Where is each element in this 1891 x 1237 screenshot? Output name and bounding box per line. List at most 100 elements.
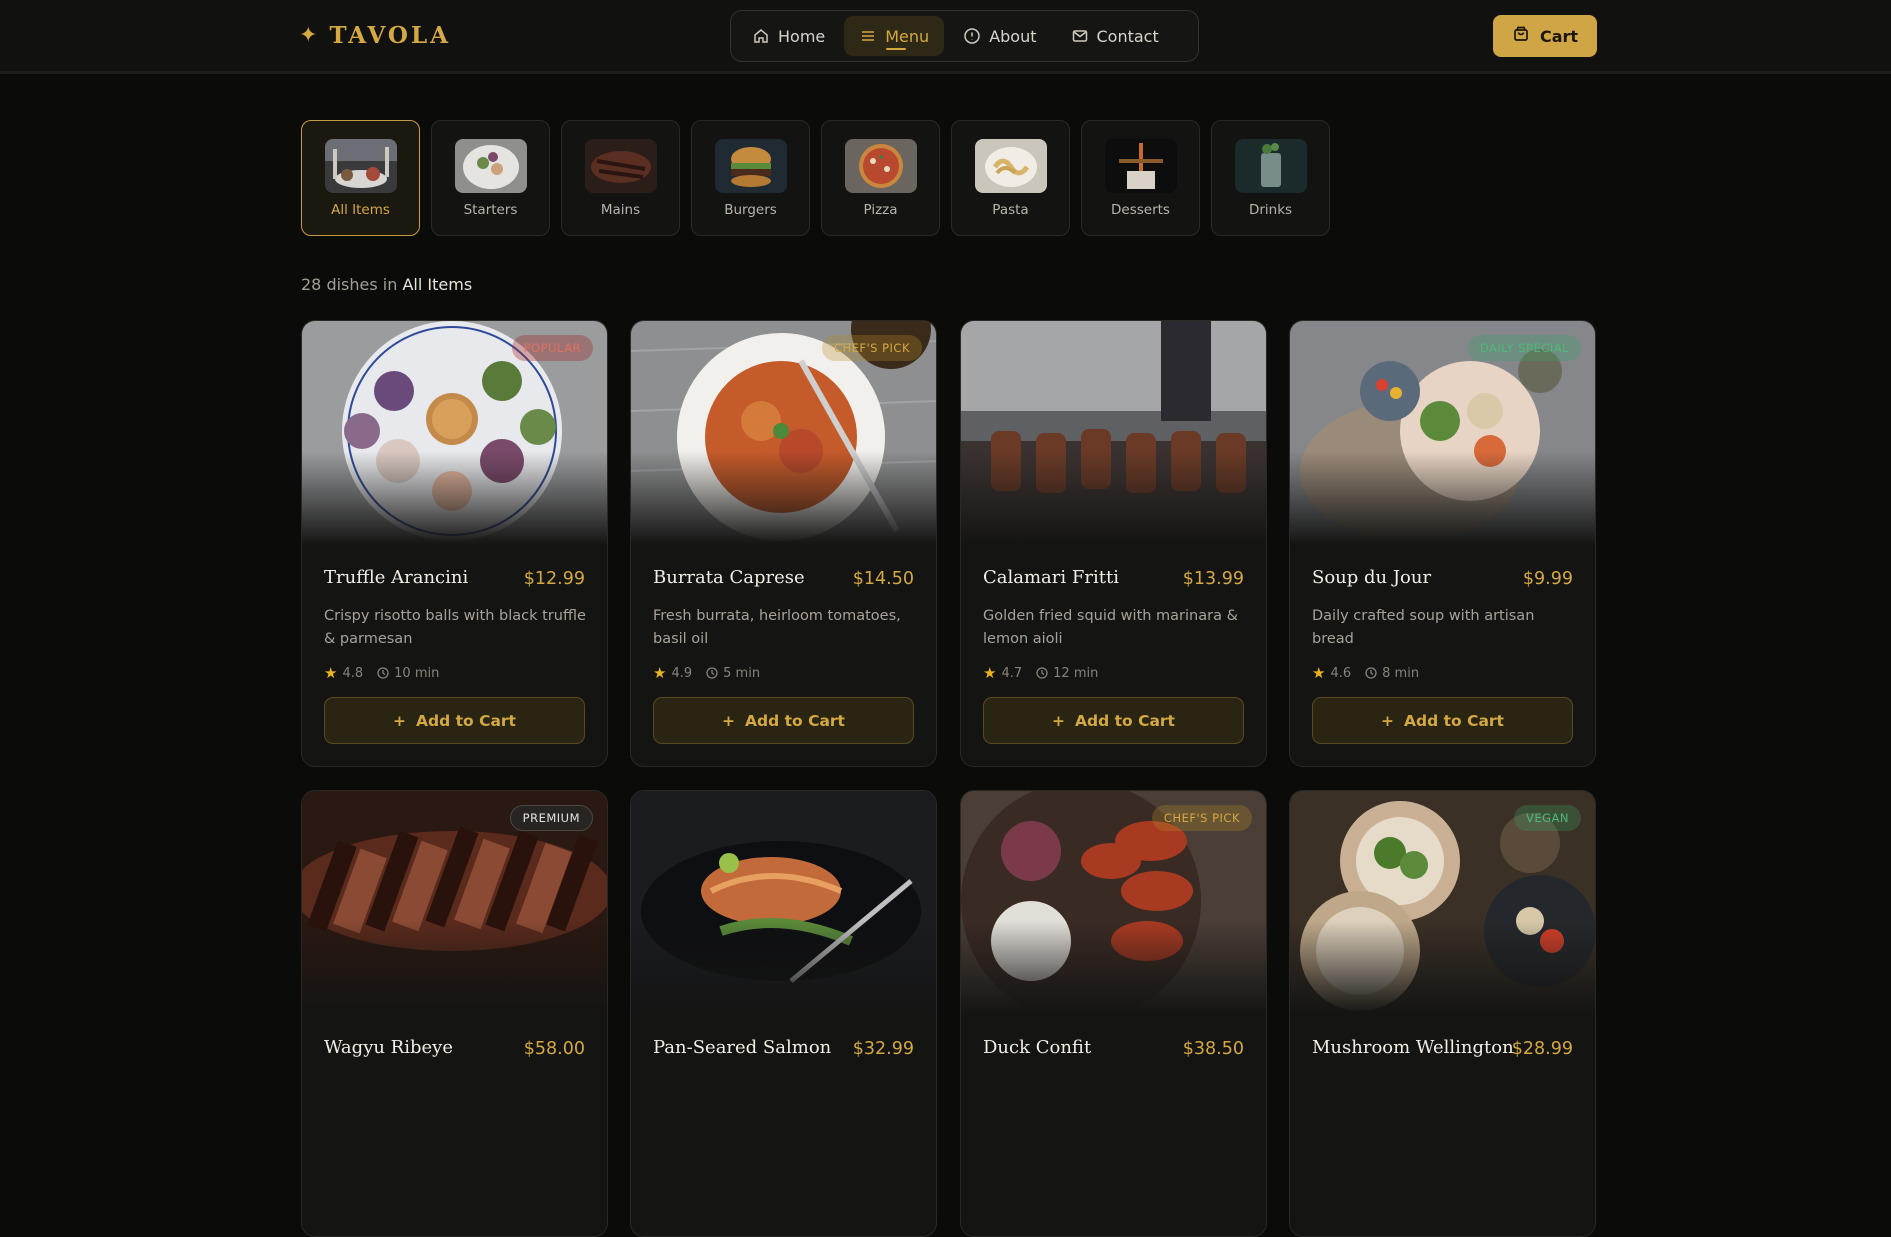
dish-description: Crispy risotto balls with black truffle … xyxy=(324,608,586,647)
add-to-cart-button[interactable]: + Add to Cart xyxy=(1312,697,1573,744)
image-fade xyxy=(1290,451,1595,545)
dish-price: $14.50 xyxy=(852,569,914,589)
cart-label: Cart xyxy=(1539,26,1579,46)
dish-card[interactable]: Pan-Seared Salmon $32.99 xyxy=(630,790,937,1237)
dish-prep-time: 12 min xyxy=(1053,665,1099,681)
image-fade xyxy=(961,451,1266,545)
category-label: All Items xyxy=(331,202,390,218)
add-to-cart-label: Add to Cart xyxy=(745,711,845,730)
category-thumbnail xyxy=(844,139,917,193)
category-thumbnail xyxy=(324,139,397,193)
dish-meta: ★ 4.6 8 min xyxy=(1312,664,1419,682)
dish-badge: CHEF'S PICK xyxy=(1151,805,1252,831)
category-pizza[interactable]: Pizza xyxy=(821,120,940,236)
active-indicator xyxy=(886,48,907,50)
dish-price: $28.99 xyxy=(1511,1039,1573,1059)
image-fade xyxy=(631,921,936,1015)
dish-prep-time: 5 min xyxy=(723,665,761,681)
category-label: Mains xyxy=(600,202,641,218)
category-filter: All Items Starters Mains Burgers Pizza P… xyxy=(301,120,1330,236)
category-drinks[interactable]: Drinks xyxy=(1211,120,1330,236)
category-label: Burgers xyxy=(724,202,777,218)
dish-name: Truffle Arancini xyxy=(324,567,469,588)
nav-contact-label: Contact xyxy=(1096,26,1159,46)
brand-logo[interactable]: ✦ TAVOLA xyxy=(299,23,451,49)
dish-card[interactable]: CHEF'S PICK Duck Confit $38.50 xyxy=(960,790,1267,1237)
category-starters[interactable]: Starters xyxy=(431,120,550,236)
brand-name: TAVOLA xyxy=(329,22,451,49)
dish-image xyxy=(961,321,1266,545)
image-fade xyxy=(961,921,1266,1015)
category-pasta[interactable]: Pasta xyxy=(951,120,1070,236)
dish-rating: 4.8 xyxy=(342,665,364,681)
dish-card[interactable]: POPULAR Truffle Arancini $12.99 Crispy r… xyxy=(301,320,608,767)
image-fade xyxy=(302,921,607,1015)
shopping-bag-icon xyxy=(1512,25,1530,47)
category-all-items[interactable]: All Items xyxy=(301,120,420,236)
dish-meta: ★ 4.7 12 min xyxy=(983,664,1098,682)
info-icon xyxy=(963,27,981,45)
main-nav: Home Menu About Contact xyxy=(730,10,1199,62)
dish-rating: 4.9 xyxy=(671,665,693,681)
clock-icon xyxy=(706,667,718,679)
dish-price: $38.50 xyxy=(1182,1039,1244,1059)
category-label: Starters xyxy=(463,202,518,218)
clock-icon xyxy=(1365,667,1377,679)
category-mains[interactable]: Mains xyxy=(561,120,680,236)
top-header: ✦ TAVOLA Home Menu About Contact Cart xyxy=(0,0,1891,74)
star-icon: ★ xyxy=(324,664,338,682)
nav-about[interactable]: About xyxy=(948,16,1051,56)
dish-price: $9.99 xyxy=(1522,569,1573,589)
menu-icon xyxy=(859,27,877,45)
clock-icon xyxy=(1036,667,1048,679)
image-fade xyxy=(302,451,607,545)
category-label: Pizza xyxy=(863,202,898,218)
dish-badge: DAILY SPECIAL xyxy=(1467,335,1581,361)
image-fade xyxy=(1290,921,1595,1015)
dish-badge: POPULAR xyxy=(511,335,593,361)
dish-badge: VEGAN xyxy=(1513,805,1581,831)
plus-icon: + xyxy=(722,711,736,730)
dish-name: Calamari Fritti xyxy=(983,567,1119,588)
dish-name: Pan-Seared Salmon xyxy=(653,1037,832,1058)
nav-menu[interactable]: Menu xyxy=(844,16,945,56)
dish-card[interactable]: CHEF'S PICK Burrata Caprese $14.50 Fresh… xyxy=(630,320,937,767)
nav-contact[interactable]: Contact xyxy=(1056,16,1174,56)
cart-button[interactable]: Cart xyxy=(1493,15,1597,57)
dish-rating: 4.7 xyxy=(1001,665,1023,681)
image-fade xyxy=(631,451,936,545)
category-thumbnail xyxy=(584,139,657,193)
dish-image xyxy=(631,791,936,1015)
category-thumbnail xyxy=(974,139,1047,193)
plus-icon: + xyxy=(1381,711,1395,730)
add-to-cart-button[interactable]: + Add to Cart xyxy=(983,697,1244,744)
star-icon: ★ xyxy=(653,664,667,682)
nav-menu-label: Menu xyxy=(885,26,930,46)
dish-card[interactable]: DAILY SPECIAL Soup du Jour $9.99 Daily c… xyxy=(1289,320,1596,767)
results-category: All Items xyxy=(402,275,473,294)
dish-prep-time: 10 min xyxy=(394,665,440,681)
nav-home-label: Home xyxy=(778,26,826,46)
dish-rating: 4.6 xyxy=(1330,665,1352,681)
dish-price: $12.99 xyxy=(523,569,585,589)
add-to-cart-button[interactable]: + Add to Cart xyxy=(324,697,585,744)
add-to-cart-button[interactable]: + Add to Cart xyxy=(653,697,914,744)
dish-name: Burrata Caprese xyxy=(653,567,805,588)
clock-icon xyxy=(377,667,389,679)
nav-home[interactable]: Home xyxy=(737,16,840,56)
add-to-cart-label: Add to Cart xyxy=(1075,711,1175,730)
dish-prep-time: 8 min xyxy=(1382,665,1420,681)
home-icon xyxy=(752,27,770,45)
dish-card[interactable]: VEGAN Mushroom Wellington $28.99 xyxy=(1289,790,1596,1237)
dish-name: Duck Confit xyxy=(983,1037,1092,1058)
dish-name: Wagyu Ribeye xyxy=(324,1037,453,1058)
category-desserts[interactable]: Desserts xyxy=(1081,120,1200,236)
category-thumbnail xyxy=(714,139,787,193)
category-thumbnail xyxy=(1104,139,1177,193)
sparkle-icon: ✦ xyxy=(299,23,318,48)
plus-icon: + xyxy=(393,711,407,730)
category-burgers[interactable]: Burgers xyxy=(691,120,810,236)
dish-card[interactable]: PREMIUM Wagyu Ribeye $58.00 xyxy=(301,790,608,1237)
dish-badge: CHEF'S PICK xyxy=(821,335,922,361)
dish-card[interactable]: Calamari Fritti $13.99 Golden fried squi… xyxy=(960,320,1267,767)
